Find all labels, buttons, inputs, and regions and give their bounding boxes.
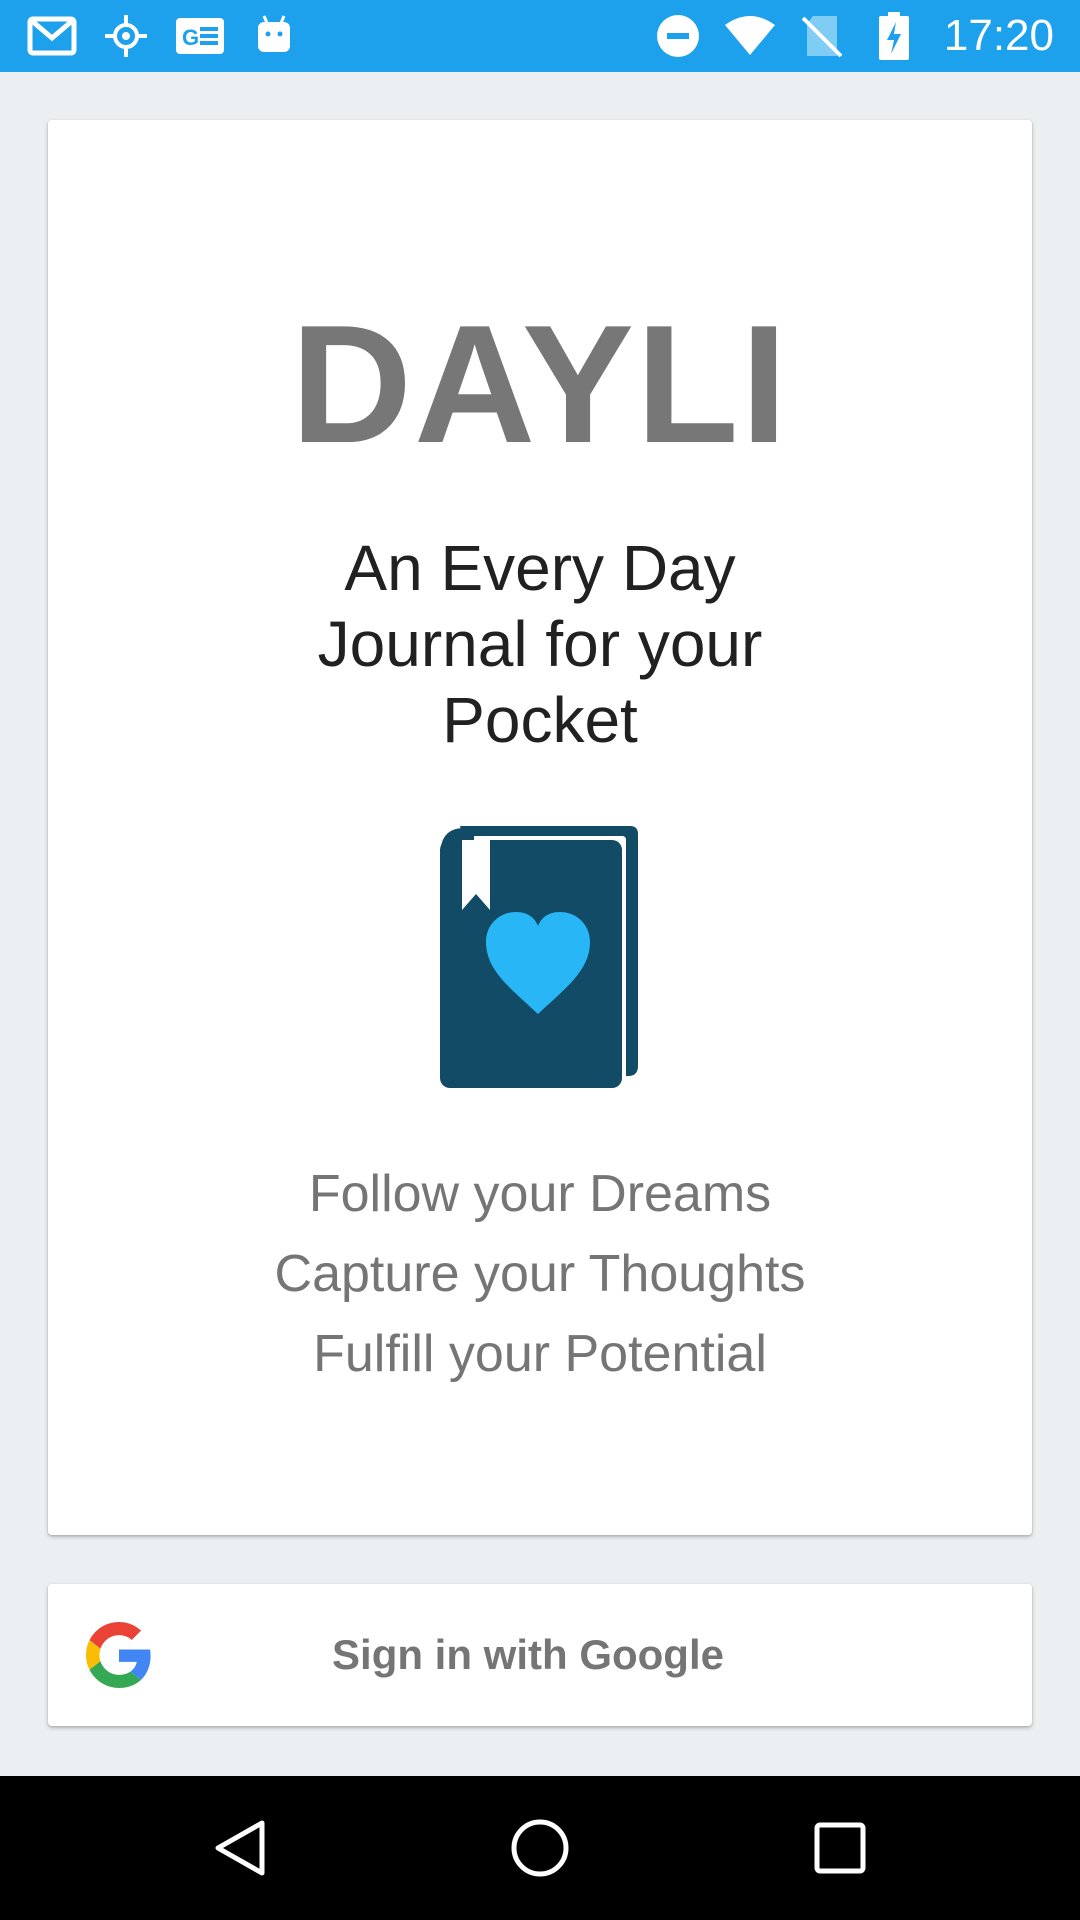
system-icons: 17:20 xyxy=(652,10,1054,62)
notification-icons: G xyxy=(26,10,300,62)
recents-icon[interactable] xyxy=(798,1806,882,1890)
motto-list: Follow your Dreams Capture your Thoughts… xyxy=(48,1154,1032,1394)
motto-line: Capture your Thoughts xyxy=(274,1245,806,1303)
svg-text:G: G xyxy=(182,25,199,50)
status-clock: 17:20 xyxy=(943,11,1054,60)
navigation-bar xyxy=(0,1776,1080,1920)
do-not-disturb-icon xyxy=(652,10,704,62)
news-icon: G xyxy=(174,10,226,62)
journal-heart-icon xyxy=(440,826,640,1088)
google-signin-button[interactable]: Sign in with Google xyxy=(48,1584,1032,1726)
no-sim-icon xyxy=(796,10,848,62)
wifi-icon xyxy=(724,10,776,62)
screen: G 17:20 DAYLI An Every Day Journal for y… xyxy=(0,0,1080,1920)
app-tagline: An Every Day Journal for your Pocket xyxy=(317,532,763,756)
google-signin-label: Sign in with Google xyxy=(332,1631,724,1678)
motto-line: Fulfill your Potential xyxy=(313,1325,767,1383)
welcome-card: DAYLI An Every Day Journal for your Pock… xyxy=(48,120,1032,1535)
gps-icon xyxy=(100,10,152,62)
home-icon[interactable] xyxy=(498,1806,582,1890)
app-title: DAYLI xyxy=(290,290,790,478)
battery-charging-icon xyxy=(868,10,920,62)
motto-line: Follow your Dreams xyxy=(308,1165,772,1223)
back-icon[interactable] xyxy=(198,1806,282,1890)
status-bar: G 17:20 xyxy=(0,0,1080,72)
android-icon xyxy=(248,10,300,62)
gmail-icon xyxy=(26,10,78,62)
